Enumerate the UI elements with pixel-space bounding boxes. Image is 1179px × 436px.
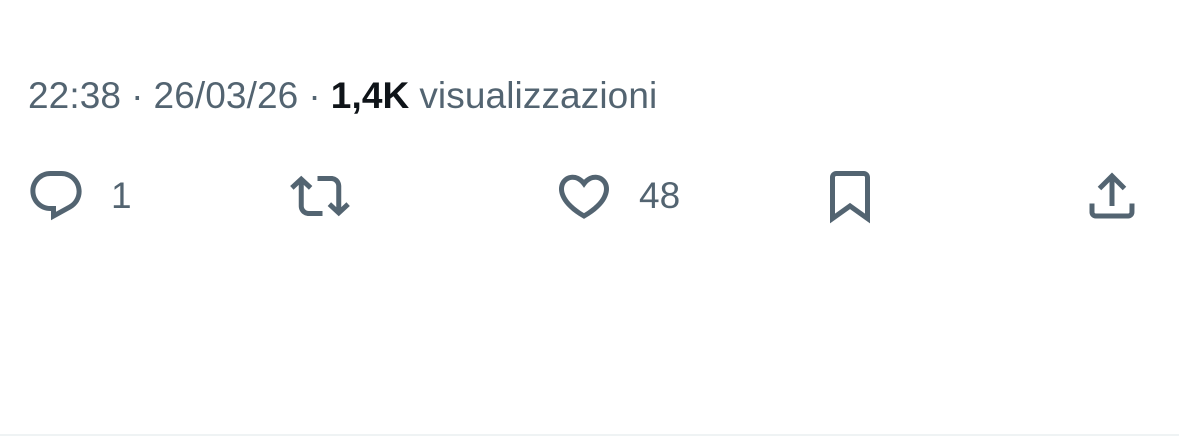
meta-separator: · xyxy=(131,75,144,116)
views-count: 1,4K xyxy=(330,75,410,116)
heart-icon xyxy=(554,166,614,226)
tweet-meta: 22:38 · 26/03/26 · 1,4K visualizzazioni xyxy=(28,70,657,122)
retweet-button[interactable] xyxy=(290,166,375,226)
views-label: visualizzazioni xyxy=(419,75,658,116)
share-button[interactable] xyxy=(1082,166,1142,226)
reply-button[interactable]: 1 xyxy=(26,166,132,226)
like-count: 48 xyxy=(639,175,681,216)
bookmark-button[interactable] xyxy=(820,166,880,226)
reply-count: 1 xyxy=(111,175,132,216)
reply-icon xyxy=(26,166,86,226)
tweet-time[interactable]: 22:38 xyxy=(28,75,121,117)
meta-separator: · xyxy=(308,75,321,116)
tweet-date[interactable]: 26/03/26 xyxy=(154,75,299,117)
bookmark-icon xyxy=(820,166,880,226)
like-button[interactable]: 48 xyxy=(554,166,680,226)
retweet-icon xyxy=(290,166,350,226)
share-icon xyxy=(1082,166,1142,226)
